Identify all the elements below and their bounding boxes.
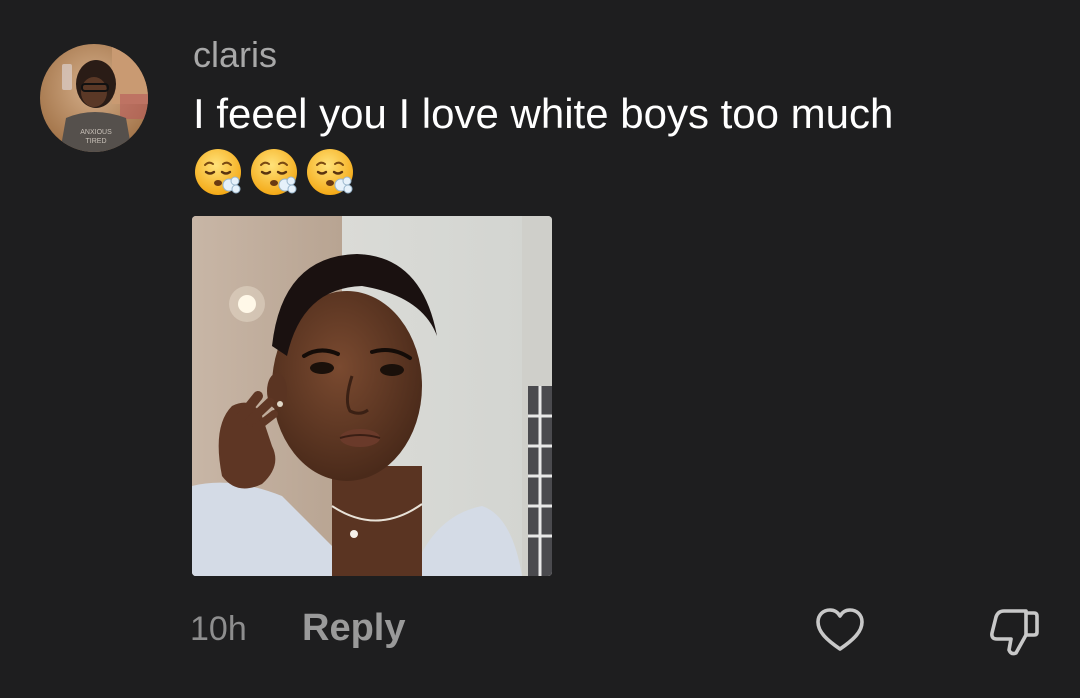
dislike-button[interactable] bbox=[986, 603, 1042, 659]
selfie-photo bbox=[192, 216, 552, 576]
comment-username[interactable]: claris bbox=[193, 34, 277, 76]
like-button[interactable] bbox=[813, 605, 867, 655]
reply-button[interactable]: Reply bbox=[302, 606, 405, 650]
comment-photo[interactable] bbox=[192, 216, 552, 576]
comment-text: I feeel you I love white boys too much bbox=[193, 90, 894, 137]
emoji-row bbox=[193, 147, 355, 197]
heart-outline-icon bbox=[816, 608, 864, 651]
avatar-image: ANXIOUS TIRED bbox=[40, 44, 148, 152]
thumbs-down-outline-icon bbox=[990, 609, 1039, 656]
face-exhaling-emoji bbox=[249, 147, 299, 197]
comment-timestamp: 10h bbox=[190, 610, 247, 648]
svg-text:ANXIOUS: ANXIOUS bbox=[80, 129, 112, 136]
svg-text:TIRED: TIRED bbox=[86, 138, 107, 145]
face-exhaling-emoji bbox=[305, 147, 355, 197]
comment: ANXIOUS TIRED claris I feeel you I love … bbox=[0, 0, 1080, 698]
avatar[interactable]: ANXIOUS TIRED bbox=[40, 44, 148, 152]
face-exhaling-emoji bbox=[193, 147, 243, 197]
